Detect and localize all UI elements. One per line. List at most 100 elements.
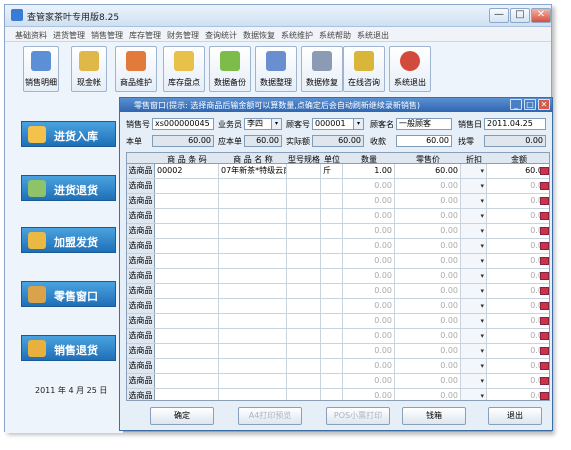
cell-unit[interactable] [321, 374, 343, 388]
cell-code[interactable]: 00002 [155, 164, 219, 178]
lookup-icon[interactable] [540, 392, 549, 400]
sales-detail-button[interactable]: 销售明细 [23, 46, 59, 92]
cell-price[interactable]: 0.00 [395, 194, 461, 208]
cell-spec[interactable] [287, 314, 321, 328]
cell-disc[interactable] [461, 359, 487, 373]
cash-drawer-button[interactable]: 钱箱 [402, 407, 466, 425]
cell-unit[interactable] [321, 194, 343, 208]
cell-name[interactable] [219, 344, 287, 358]
cell-spec[interactable] [287, 254, 321, 268]
cell-disc[interactable] [461, 164, 487, 178]
lookup-icon[interactable] [540, 347, 549, 355]
cell-unit[interactable] [321, 179, 343, 193]
cell-disc[interactable] [461, 344, 487, 358]
cell-name[interactable] [219, 359, 287, 373]
cell-price[interactable]: 0.00 [395, 329, 461, 343]
cell-price[interactable]: 0.00 [395, 239, 461, 253]
customer-name-field[interactable]: 一般顾客 [396, 118, 452, 130]
lookup-icon[interactable] [540, 287, 549, 295]
select-product-button[interactable]: 选商品 [127, 179, 155, 193]
cell-disc[interactable] [461, 374, 487, 388]
close-button[interactable]: ✕ [531, 8, 551, 23]
system-exit-button[interactable]: 系统退出 [389, 46, 431, 92]
cell-unit[interactable] [321, 269, 343, 283]
cell-qty[interactable]: 0.00 [343, 224, 395, 238]
cell-name[interactable] [219, 299, 287, 313]
menu-item[interactable]: 系统退出 [357, 30, 389, 41]
lookup-icon[interactable] [540, 227, 549, 235]
cell-spec[interactable] [287, 389, 321, 400]
cell-unit[interactable] [321, 344, 343, 358]
cell-spec[interactable] [287, 209, 321, 223]
cell-spec[interactable] [287, 194, 321, 208]
cell-name[interactable] [219, 209, 287, 223]
cell-disc[interactable] [461, 194, 487, 208]
cell-qty[interactable]: 0.00 [343, 359, 395, 373]
cell-disc[interactable] [461, 329, 487, 343]
cell-amount[interactable]: 0.00 [487, 194, 549, 208]
menu-item[interactable]: 系统维护 [281, 30, 313, 41]
cell-qty[interactable]: 0.00 [343, 299, 395, 313]
menu-item[interactable]: 系统帮助 [319, 30, 351, 41]
nav-sales-return[interactable]: 销售退货 [21, 335, 116, 361]
cell-price[interactable]: 0.00 [395, 299, 461, 313]
cell-name[interactable] [219, 284, 287, 298]
lookup-icon[interactable] [540, 167, 549, 175]
select-product-button[interactable]: 选商品 [127, 314, 155, 328]
cell-unit[interactable] [321, 314, 343, 328]
cell-unit[interactable] [321, 209, 343, 223]
select-product-button[interactable]: 选商品 [127, 164, 155, 178]
cell-code[interactable] [155, 239, 219, 253]
menu-item[interactable]: 进货管理 [53, 30, 85, 41]
cell-disc[interactable] [461, 239, 487, 253]
select-product-button[interactable]: 选商品 [127, 224, 155, 238]
cell-name[interactable] [219, 329, 287, 343]
lookup-icon[interactable] [540, 242, 549, 250]
cell-spec[interactable] [287, 179, 321, 193]
cell-spec[interactable] [287, 224, 321, 238]
cell-amount[interactable]: 0.00 [487, 254, 549, 268]
data-organize-button[interactable]: 数据整理 [255, 46, 297, 92]
exit-button[interactable]: 退出 [488, 407, 542, 425]
cell-name[interactable] [219, 179, 287, 193]
cell-code[interactable] [155, 254, 219, 268]
received-field[interactable]: 60.00 [396, 135, 452, 147]
cell-amount[interactable]: 0.00 [487, 179, 549, 193]
cell-spec[interactable] [287, 239, 321, 253]
cell-amount[interactable]: 0.00 [487, 359, 549, 373]
cell-spec[interactable] [287, 299, 321, 313]
cell-code[interactable] [155, 224, 219, 238]
cell-disc[interactable] [461, 284, 487, 298]
select-product-button[interactable]: 选商品 [127, 389, 155, 400]
cell-qty[interactable]: 0.00 [343, 314, 395, 328]
cell-disc[interactable] [461, 389, 487, 400]
cell-qty[interactable]: 0.00 [343, 269, 395, 283]
cell-name[interactable] [219, 389, 287, 400]
cell-unit[interactable] [321, 239, 343, 253]
cell-code[interactable] [155, 389, 219, 400]
select-product-button[interactable]: 选商品 [127, 344, 155, 358]
cell-qty[interactable]: 0.00 [343, 344, 395, 358]
lookup-icon[interactable] [540, 272, 549, 280]
cell-code[interactable] [155, 374, 219, 388]
cell-price[interactable]: 0.00 [395, 359, 461, 373]
cell-price[interactable]: 0.00 [395, 389, 461, 400]
product-maintain-button[interactable]: 商品维护 [115, 46, 157, 92]
pos-receipt-print-button[interactable]: POS小票打印 [326, 407, 390, 425]
cash-account-button[interactable]: 现金帐 [71, 46, 107, 92]
cell-name[interactable] [219, 269, 287, 283]
cell-price[interactable]: 0.00 [395, 374, 461, 388]
cell-name[interactable]: 07年新茶*特级云南 [219, 164, 287, 178]
dialog-minimize-button[interactable]: _ [510, 99, 522, 110]
lookup-icon[interactable] [540, 332, 549, 340]
inventory-check-button[interactable]: 库存盘点 [163, 46, 205, 92]
cell-unit[interactable] [321, 284, 343, 298]
cell-amount[interactable]: 0.00 [487, 239, 549, 253]
lookup-icon[interactable] [540, 182, 549, 190]
select-product-button[interactable]: 选商品 [127, 239, 155, 253]
maximize-button[interactable]: □ [510, 8, 530, 23]
cell-disc[interactable] [461, 224, 487, 238]
cell-price[interactable]: 0.00 [395, 179, 461, 193]
cell-name[interactable] [219, 314, 287, 328]
nav-franchise-ship[interactable]: 加盟发货 [21, 227, 116, 253]
